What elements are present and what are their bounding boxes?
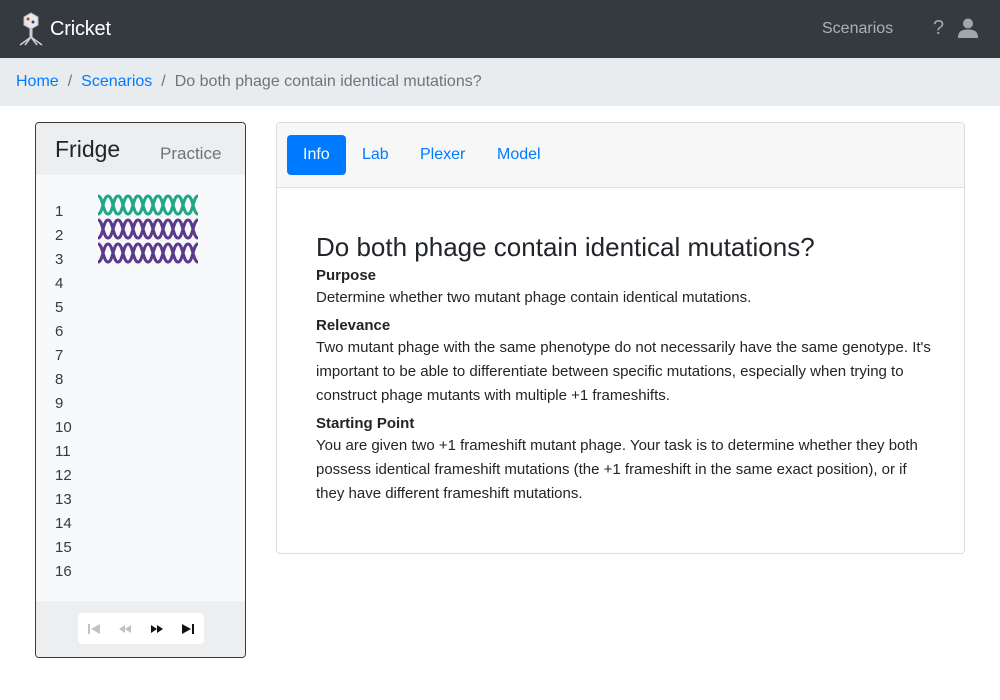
slot-number: 3 (55, 250, 64, 268)
slot-number: 9 (55, 394, 64, 412)
purpose-title: Purpose (316, 267, 377, 284)
slot-number: 8 (55, 370, 64, 388)
info-content: Do both phage contain identical mutation… (316, 231, 936, 512)
scenario-heading: Do both phage contain identical mutation… (316, 232, 815, 262)
breadcrumb-scenarios[interactable]: Scenarios (81, 73, 152, 91)
previous-page-button[interactable] (110, 613, 142, 644)
purpose-text: Determine whether two mutant phage conta… (316, 289, 752, 306)
relevance-section: Relevance Two mutant phage with the same… (316, 316, 936, 408)
tab-plexer[interactable]: Plexer (404, 135, 481, 175)
slot-number: 1 (55, 202, 64, 220)
fridge-footer (36, 601, 245, 657)
fridge-panel: Fridge Practice 1 2 3 4 5 6 7 8 9 10 11 12 13 14 15 16 (35, 122, 246, 658)
skip-to-start-icon (87, 623, 100, 634)
slot-number: 6 (55, 322, 64, 340)
fridge-slot[interactable]: 6 (36, 319, 245, 343)
skip-to-end-icon (182, 623, 195, 634)
fridge-slot[interactable]: 16 (36, 559, 245, 583)
fridge-slot[interactable]: 9 (36, 391, 245, 415)
fridge-slot[interactable]: 10 (36, 415, 245, 439)
next-page-button[interactable] (141, 613, 173, 644)
slot-number: 11 (55, 442, 71, 460)
fridge-slot[interactable]: 11 (36, 439, 245, 463)
breadcrumb-current: Do both phage contain identical mutation… (174, 73, 482, 90)
slot-number: 10 (55, 418, 72, 436)
first-page-button[interactable] (78, 613, 110, 644)
breadcrumb: Home / Scenarios / Do both phage contain… (0, 58, 1000, 106)
user-icon[interactable] (958, 18, 978, 38)
tab-model[interactable]: Model (481, 135, 557, 175)
slot-number: 2 (55, 226, 64, 244)
fridge-header: Fridge Practice (36, 123, 245, 175)
fridge-slot[interactable]: 3 (36, 242, 245, 271)
fast-forward-icon (150, 624, 163, 633)
slot-number: 12 (55, 466, 72, 484)
tab-lab[interactable]: Lab (346, 135, 405, 175)
scenario-card: Info Lab Plexer Model Do both phage cont… (276, 122, 965, 554)
fridge-slot[interactable]: 13 (36, 487, 245, 511)
practice-toggle[interactable]: Practice (160, 144, 221, 164)
brand[interactable]: Cricket (16, 12, 111, 46)
brand-name: Cricket (50, 17, 111, 40)
starting-point-text: You are given two +1 frameshift mutant p… (316, 437, 918, 502)
slot-number: 15 (55, 538, 72, 556)
fridge-title: Fridge (55, 135, 121, 162)
phage-dna-icon[interactable] (98, 193, 198, 217)
breadcrumb-home[interactable]: Home (16, 73, 59, 91)
phage-dna-icon[interactable] (98, 217, 198, 241)
rewind-icon (119, 624, 132, 633)
fridge-pager (78, 613, 204, 644)
relevance-title: Relevance (316, 317, 391, 334)
tab-info[interactable]: Info (287, 135, 346, 175)
slot-number: 16 (55, 562, 72, 580)
fridge-slot[interactable]: 15 (36, 535, 245, 559)
relevance-text: Two mutant phage with the same phenotype… (316, 339, 931, 404)
starting-point-section: Starting Point You are given two +1 fram… (316, 414, 936, 506)
starting-point-title: Starting Point (316, 415, 415, 432)
fridge-slot[interactable]: 7 (36, 343, 245, 367)
fridge-slot[interactable]: 12 (36, 463, 245, 487)
fridge-slot[interactable]: 5 (36, 295, 245, 319)
fridge-slot[interactable]: 8 (36, 367, 245, 391)
slot-number: 13 (55, 490, 72, 508)
purpose-section: Purpose Determine whether two mutant pha… (316, 266, 936, 310)
last-page-button[interactable] (173, 613, 205, 644)
slot-number: 7 (55, 346, 64, 364)
slot-number: 14 (55, 514, 72, 532)
breadcrumb-separator: / (67, 73, 73, 90)
phage-dna-icon[interactable] (98, 241, 198, 265)
slot-number: 4 (55, 274, 64, 292)
slot-number: 5 (55, 298, 64, 316)
nav-link-scenarios[interactable]: Scenarios (822, 20, 893, 38)
fridge-slot-list: 1 2 3 4 5 6 7 8 9 10 11 12 13 14 15 16 (36, 194, 245, 583)
fridge-slot[interactable]: 14 (36, 511, 245, 535)
navbar: Cricket Scenarios ? (0, 0, 1000, 58)
help-icon[interactable]: ? (933, 17, 944, 40)
fridge-slot[interactable]: 4 (36, 271, 245, 295)
tab-bar: Info Lab Plexer Model (277, 123, 964, 188)
phage-logo-icon (19, 12, 43, 46)
breadcrumb-separator: / (161, 73, 166, 90)
